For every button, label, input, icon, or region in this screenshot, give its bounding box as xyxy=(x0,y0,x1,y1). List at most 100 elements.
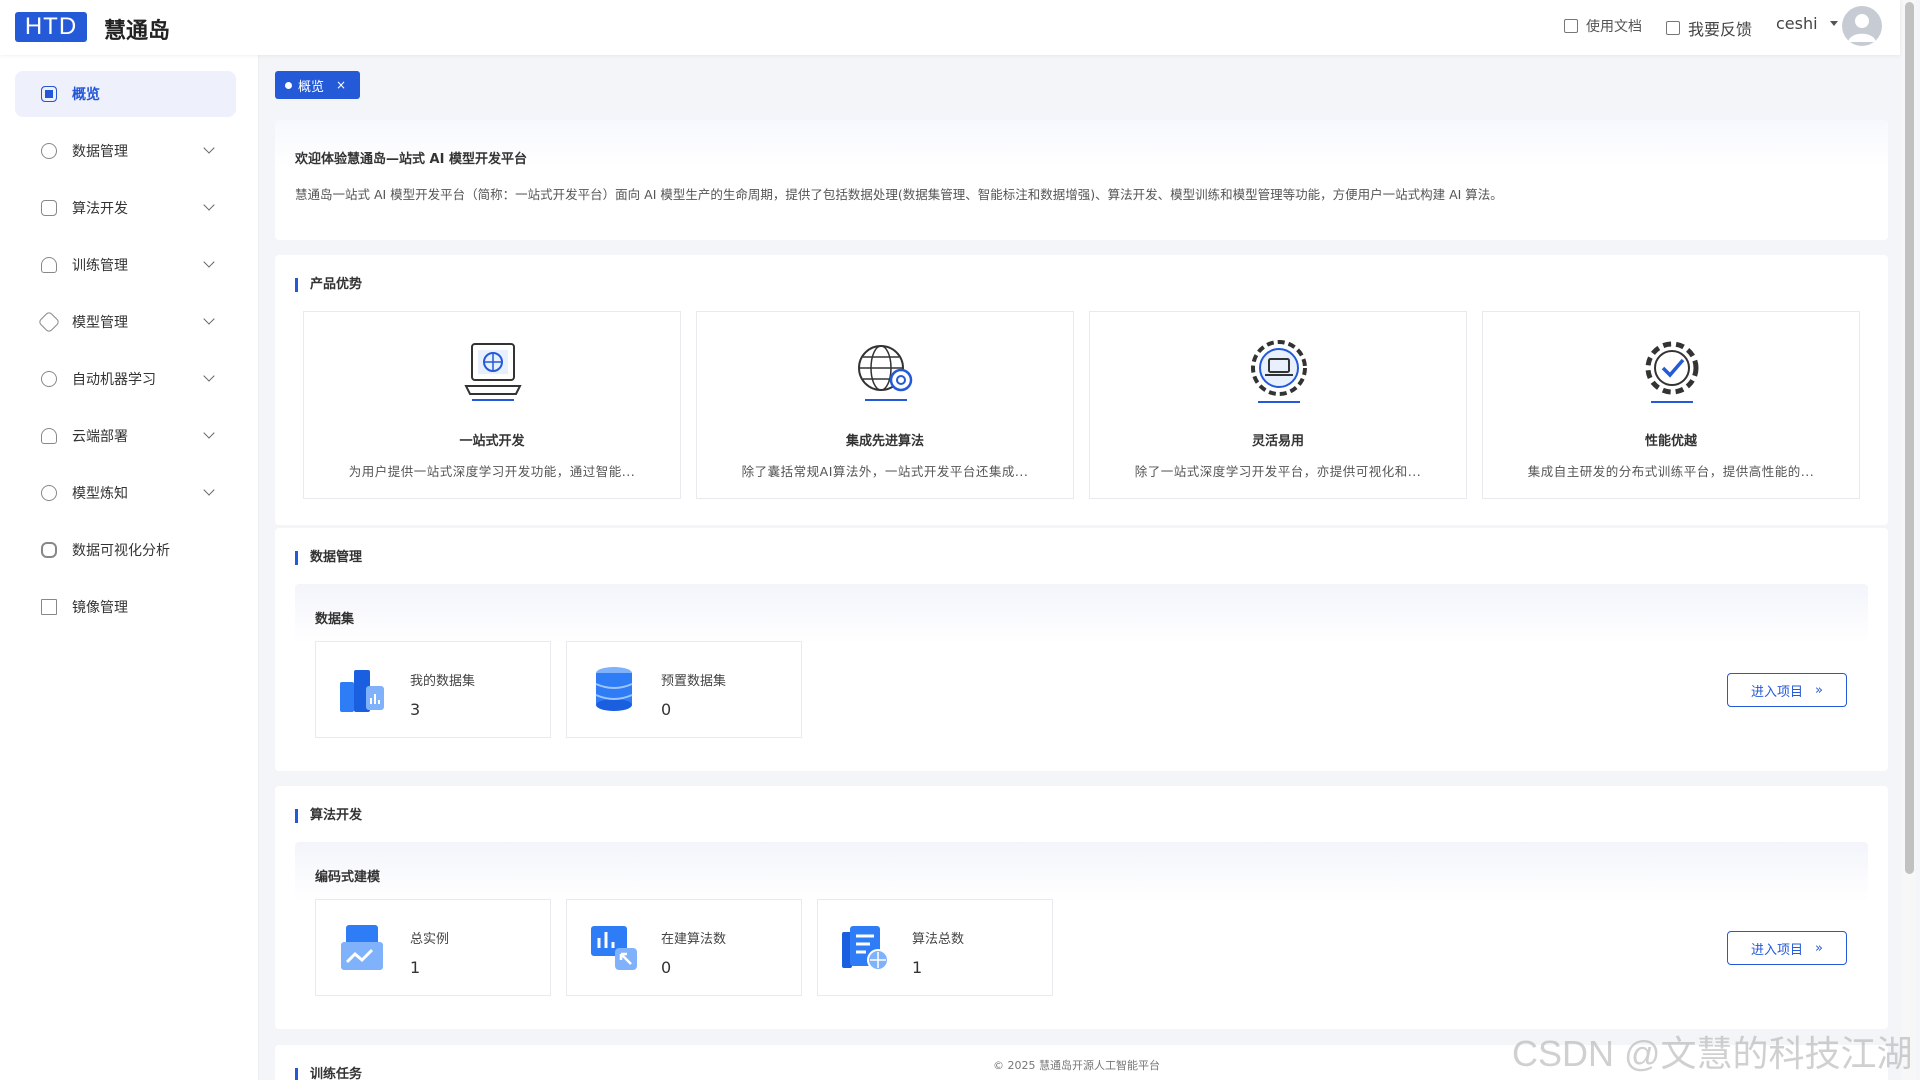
sub-title: 数据集 xyxy=(315,612,355,627)
sidebar-item-knowledge[interactable]: 模型炼知 xyxy=(15,470,236,516)
stat-value: 0 xyxy=(661,958,672,977)
docs-link-label: 使用文档 xyxy=(1586,19,1642,35)
section-title: 产品优势 xyxy=(295,278,362,292)
instance-icon xyxy=(341,925,383,970)
sub-title: 编码式建模 xyxy=(315,870,381,885)
stat-label: 总实例 xyxy=(410,932,450,947)
visualize-icon xyxy=(41,542,57,558)
automl-icon xyxy=(41,371,57,387)
advantage-item: 一站式开发 为用户提供一站式深度学习开发功能，通过智能... xyxy=(303,311,681,499)
top-header: HTD 慧通岛 使用文档 我要反馈 ceshi xyxy=(0,0,1900,55)
stat-my-dataset[interactable]: 我的数据集 3 xyxy=(315,641,551,738)
sidebar-item-label: 概览 xyxy=(72,87,100,103)
active-dot-icon xyxy=(285,81,292,89)
chevron-down-icon xyxy=(203,370,215,382)
advantage-title: 性能优越 xyxy=(1644,434,1697,449)
tab-overview[interactable]: 概览 × xyxy=(275,71,361,99)
advantage-title: 一站式开发 xyxy=(459,434,525,449)
stat-value: 0 xyxy=(661,700,672,719)
double-chevron-right-icon: » xyxy=(1815,940,1823,956)
page-scrollbar[interactable] xyxy=(1902,0,1916,1080)
sidebar-item-label: 自动机器学习 xyxy=(72,372,156,388)
sidebar-item-algorithm[interactable]: 算法开发 xyxy=(15,185,236,231)
stat-label: 算法总数 xyxy=(912,932,965,947)
stat-label: 预置数据集 xyxy=(661,674,727,689)
stat-value: 1 xyxy=(912,958,923,977)
globe-gear-icon xyxy=(858,345,913,401)
enter-project-label: 进入项目 xyxy=(1751,684,1804,700)
section-title: 数据管理 xyxy=(295,551,362,565)
stat-label: 我的数据集 xyxy=(410,674,476,689)
stat-label: 在建算法数 xyxy=(661,932,727,947)
gear-check-icon xyxy=(1645,341,1699,403)
dataset-panel: 数据集 xyxy=(295,584,1868,644)
total-algo-icon xyxy=(842,926,889,971)
sidebar-item-training[interactable]: 训练管理 xyxy=(15,242,236,288)
advantage-item: 集成先进算法 除了囊括常规AI算法外，一站式开发平台还集成... xyxy=(696,311,1074,499)
chevron-down-icon xyxy=(203,256,215,268)
advantage-title: 灵活易用 xyxy=(1251,434,1304,449)
enter-project-button[interactable]: 进入项目 » xyxy=(1727,673,1847,707)
sidebar-item-label: 训练管理 xyxy=(72,258,128,274)
edit-icon xyxy=(1666,21,1680,35)
sidebar-item-image[interactable]: 镜像管理 xyxy=(15,584,236,630)
sidebar-item-data[interactable]: 数据管理 xyxy=(15,128,236,174)
double-chevron-right-icon: » xyxy=(1815,682,1823,698)
coding-panel: 编码式建模 xyxy=(295,842,1868,902)
preset-dataset-icon xyxy=(595,667,633,711)
chevron-down-icon xyxy=(203,484,215,496)
stat-preset-dataset[interactable]: 预置数据集 0 xyxy=(566,641,802,738)
sidebar-item-cloud[interactable]: 云端部署 xyxy=(15,413,236,459)
book-icon xyxy=(1564,19,1578,33)
stat-building-algorithms[interactable]: 在建算法数 0 xyxy=(566,899,802,996)
enter-project-button[interactable]: 进入项目 » xyxy=(1727,931,1847,965)
tab-label: 概览 xyxy=(298,79,325,95)
advantage-desc: 为用户提供一站式深度学习开发功能，通过智能... xyxy=(348,464,636,479)
avatar[interactable] xyxy=(1842,6,1882,46)
feedback-link[interactable]: 我要反馈 xyxy=(1666,16,1752,40)
algorithm-dev-card: 算法开发 编码式建模 总实例 1 在建算法数 0 算法总数 1 进入项目 » xyxy=(275,786,1888,1029)
model-icon xyxy=(37,310,61,334)
data-icon xyxy=(41,143,57,159)
advantage-item: 灵活易用 除了一站式深度学习开发平台，亦提供可视化和... xyxy=(1089,311,1467,499)
enter-project-label: 进入项目 xyxy=(1751,942,1804,958)
building-algo-icon xyxy=(591,926,637,970)
cloud-icon xyxy=(41,428,57,444)
brand-name: 慧通岛 xyxy=(104,19,171,44)
footer-copyright: © 2025 慧通岛开源人工智能平台 xyxy=(993,1059,1160,1072)
user-menu[interactable]: ceshi xyxy=(1776,14,1838,33)
advantage-title: 集成先进算法 xyxy=(845,434,924,449)
watermark: CSDN @文慧的科技江湖 xyxy=(1512,1033,1913,1074)
feedback-link-label: 我要反馈 xyxy=(1688,20,1753,39)
welcome-description: 慧通岛一站式 AI 模型开发平台（简称：一站式开发平台）面向 AI 模型生产的生… xyxy=(295,187,1503,202)
logo[interactable]: HTD xyxy=(15,12,87,42)
scrollbar-thumb[interactable] xyxy=(1905,2,1914,874)
my-dataset-icon xyxy=(340,670,384,712)
sidebar-item-overview[interactable]: 概览 xyxy=(15,71,236,117)
close-icon[interactable]: × xyxy=(336,78,346,92)
welcome-title: 欢迎体验慧通岛—站式 AI 模型开发平台 xyxy=(295,152,527,167)
algorithm-icon xyxy=(41,200,57,216)
chevron-down-icon xyxy=(203,313,215,325)
chevron-down-icon xyxy=(203,427,215,439)
sidebar-item-model[interactable]: 模型管理 xyxy=(15,299,236,345)
docs-link[interactable]: 使用文档 xyxy=(1564,16,1642,36)
knowledge-icon xyxy=(41,485,57,501)
welcome-card: 欢迎体验慧通岛—站式 AI 模型开发平台 慧通岛一站式 AI 模型开发平台（简称… xyxy=(275,120,1888,240)
advantage-desc: 集成自主研发的分布式训练平台，提供高性能的... xyxy=(1527,464,1815,479)
advantages-card: 产品优势 一站式开发 为用户提供一站式深度学习开发功能，通过智能... 集成先进… xyxy=(275,255,1888,525)
stat-total-algorithms[interactable]: 算法总数 1 xyxy=(817,899,1053,996)
sidebar-item-automl[interactable]: 自动机器学习 xyxy=(15,356,236,402)
gear-laptop-icon xyxy=(1251,340,1307,403)
advantage-desc: 除了囊括常规AI算法外，一站式开发平台还集成... xyxy=(741,464,1029,479)
stat-total-instances[interactable]: 总实例 1 xyxy=(315,899,551,996)
chevron-down-icon xyxy=(203,199,215,211)
sidebar-item-label: 数据管理 xyxy=(72,144,128,160)
sidebar-item-label: 云端部署 xyxy=(72,429,128,445)
section-title: 算法开发 xyxy=(295,809,362,823)
sidebar-item-visualize[interactable]: 数据可视化分析 xyxy=(15,527,236,573)
sidebar-item-label: 镜像管理 xyxy=(72,600,128,616)
advantage-desc: 除了一站式深度学习开发平台，亦提供可视化和... xyxy=(1134,464,1422,479)
laptop-globe-icon xyxy=(464,343,522,401)
data-management-card: 数据管理 数据集 我的数据集 3 预置数据集 0 进入项目 » xyxy=(275,528,1888,771)
